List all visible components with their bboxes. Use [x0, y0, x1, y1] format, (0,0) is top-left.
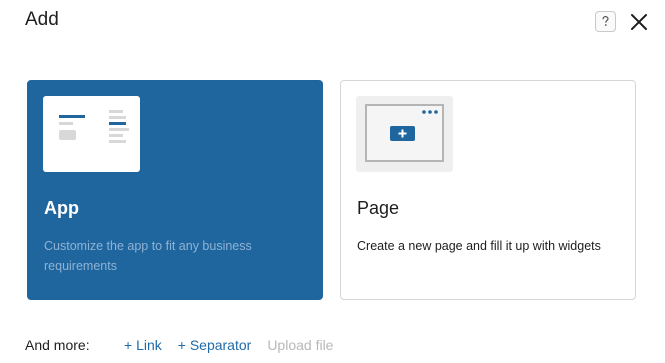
help-question-icon — [602, 15, 609, 26]
help-button[interactable] — [595, 11, 616, 32]
page-card-description: Create a new page and fill it up with wi… — [357, 239, 601, 253]
dialog-title: Add — [25, 9, 59, 30]
page-card[interactable]: Page Create a new page and fill it up wi… — [340, 80, 636, 300]
app-thumbnail — [43, 96, 140, 172]
more-options-row: And more: + Link + Separator Upload file — [25, 337, 349, 353]
app-card-description: Customize the app to fit any business re… — [44, 239, 252, 273]
upload-file-button[interactable]: Upload file — [267, 337, 333, 353]
more-label: And more: — [25, 337, 90, 353]
app-card[interactable]: App Customize the app to fit any busines… — [27, 80, 323, 300]
page-thumbnail — [356, 96, 453, 172]
app-layout-icon — [59, 110, 129, 143]
page-add-icon — [365, 104, 444, 162]
close-button[interactable] — [627, 10, 651, 34]
page-card-title: Page — [357, 198, 400, 218]
add-link-button[interactable]: + Link — [124, 337, 162, 353]
add-separator-button[interactable]: + Separator — [178, 337, 252, 353]
app-card-title: App — [44, 198, 79, 218]
close-icon — [631, 14, 647, 30]
